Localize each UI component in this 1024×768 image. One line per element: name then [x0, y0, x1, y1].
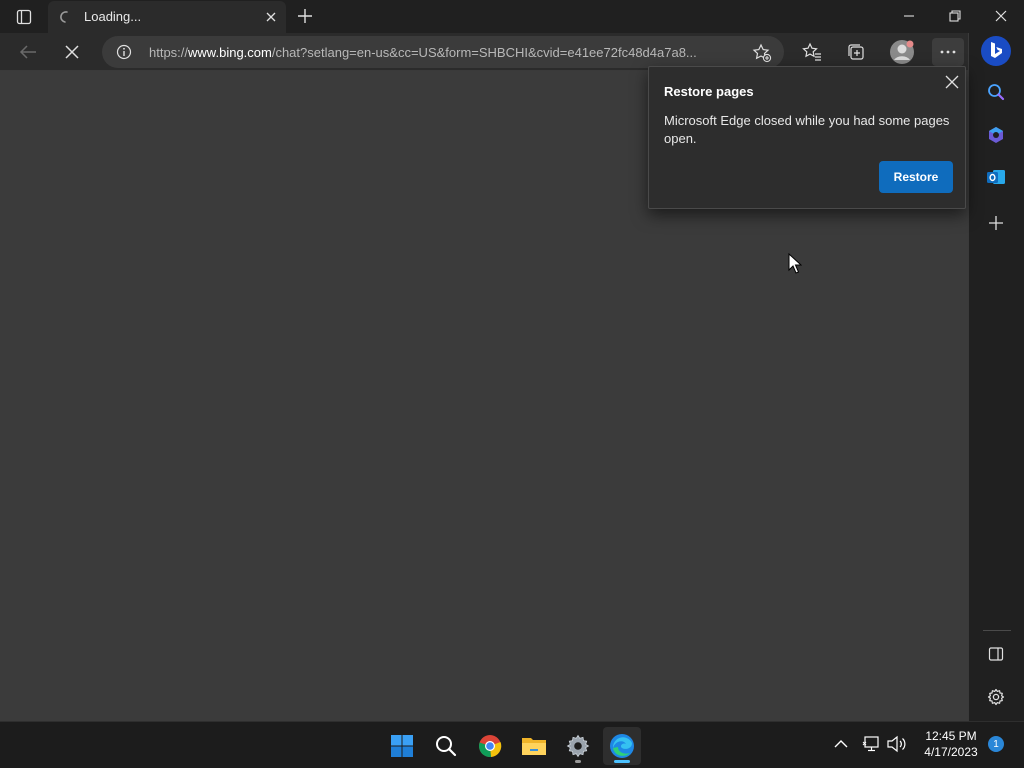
sidebar-divider [983, 630, 1011, 631]
url-prefix: https:// [149, 45, 189, 60]
bing-chat-icon[interactable] [981, 36, 1011, 66]
minimize-button[interactable] [886, 0, 932, 32]
close-icon[interactable] [943, 73, 961, 91]
tab-title: Loading... [84, 9, 142, 24]
tab-actions-icon[interactable] [10, 7, 38, 27]
running-indicator [575, 760, 581, 763]
taskbar-search-icon[interactable] [427, 727, 465, 765]
file-explorer-icon[interactable] [515, 727, 553, 765]
popup-title: Restore pages [664, 84, 754, 99]
windows-taskbar: 12:45 PM 4/17/2023 1 [0, 721, 1024, 768]
chrome-icon[interactable] [471, 727, 509, 765]
gear-icon[interactable] [983, 684, 1009, 710]
clock-time: 12:45 PM [925, 729, 977, 743]
tab-close-icon[interactable] [262, 8, 280, 26]
settings-and-more-button[interactable] [932, 38, 964, 66]
restore-pages-popup: Restore pages Microsoft Edge closed whil… [648, 66, 966, 209]
add-favorite-icon[interactable] [752, 43, 772, 63]
network-icon[interactable] [862, 734, 882, 754]
stop-loading-button[interactable] [60, 41, 84, 63]
url-host: www.bing.com [188, 45, 272, 60]
address-bar[interactable]: https://www.bing.com/chat?setlang=en-us&… [102, 36, 784, 68]
loading-spinner-icon [58, 9, 74, 25]
system-clock[interactable]: 12:45 PM 4/17/2023 [914, 728, 988, 760]
new-tab-button[interactable] [295, 6, 315, 26]
close-window-button[interactable] [978, 0, 1024, 32]
outlook-icon[interactable] [983, 164, 1009, 190]
add-sidebar-app-icon[interactable] [983, 210, 1009, 236]
show-hidden-icons-chevron-icon[interactable] [831, 734, 851, 754]
notification-badge[interactable]: 1 [988, 736, 1004, 752]
favorites-icon[interactable] [799, 39, 825, 65]
edge-sidebar [968, 33, 1024, 721]
volume-icon[interactable] [886, 734, 908, 754]
clock-date: 4/17/2023 [924, 745, 978, 759]
hide-sidebar-icon[interactable] [983, 641, 1009, 667]
tab-active[interactable]: Loading... [48, 1, 286, 33]
restore-window-button[interactable] [932, 0, 978, 32]
settings-app-icon[interactable] [559, 727, 597, 765]
windows-start-icon[interactable] [383, 727, 421, 765]
mouse-cursor-icon [788, 253, 802, 275]
url-text[interactable]: https://www.bing.com/chat?setlang=en-us&… [149, 45, 749, 60]
url-rest: /chat?setlang=en-us&cc=US&form=SHBCHI&cv… [271, 45, 697, 60]
copilot-icon[interactable] [983, 122, 1009, 148]
popup-message: Microsoft Edge closed while you had some… [664, 113, 950, 146]
collections-icon[interactable] [843, 39, 869, 65]
back-button[interactable] [16, 41, 40, 63]
profile-avatar[interactable] [889, 39, 915, 65]
search-icon[interactable] [983, 79, 1009, 105]
active-app-indicator [614, 760, 630, 763]
title-bar: Loading... [0, 0, 1024, 33]
edge-icon[interactable] [603, 727, 641, 765]
site-info-icon[interactable] [116, 44, 132, 60]
restore-button[interactable]: Restore [879, 161, 953, 193]
